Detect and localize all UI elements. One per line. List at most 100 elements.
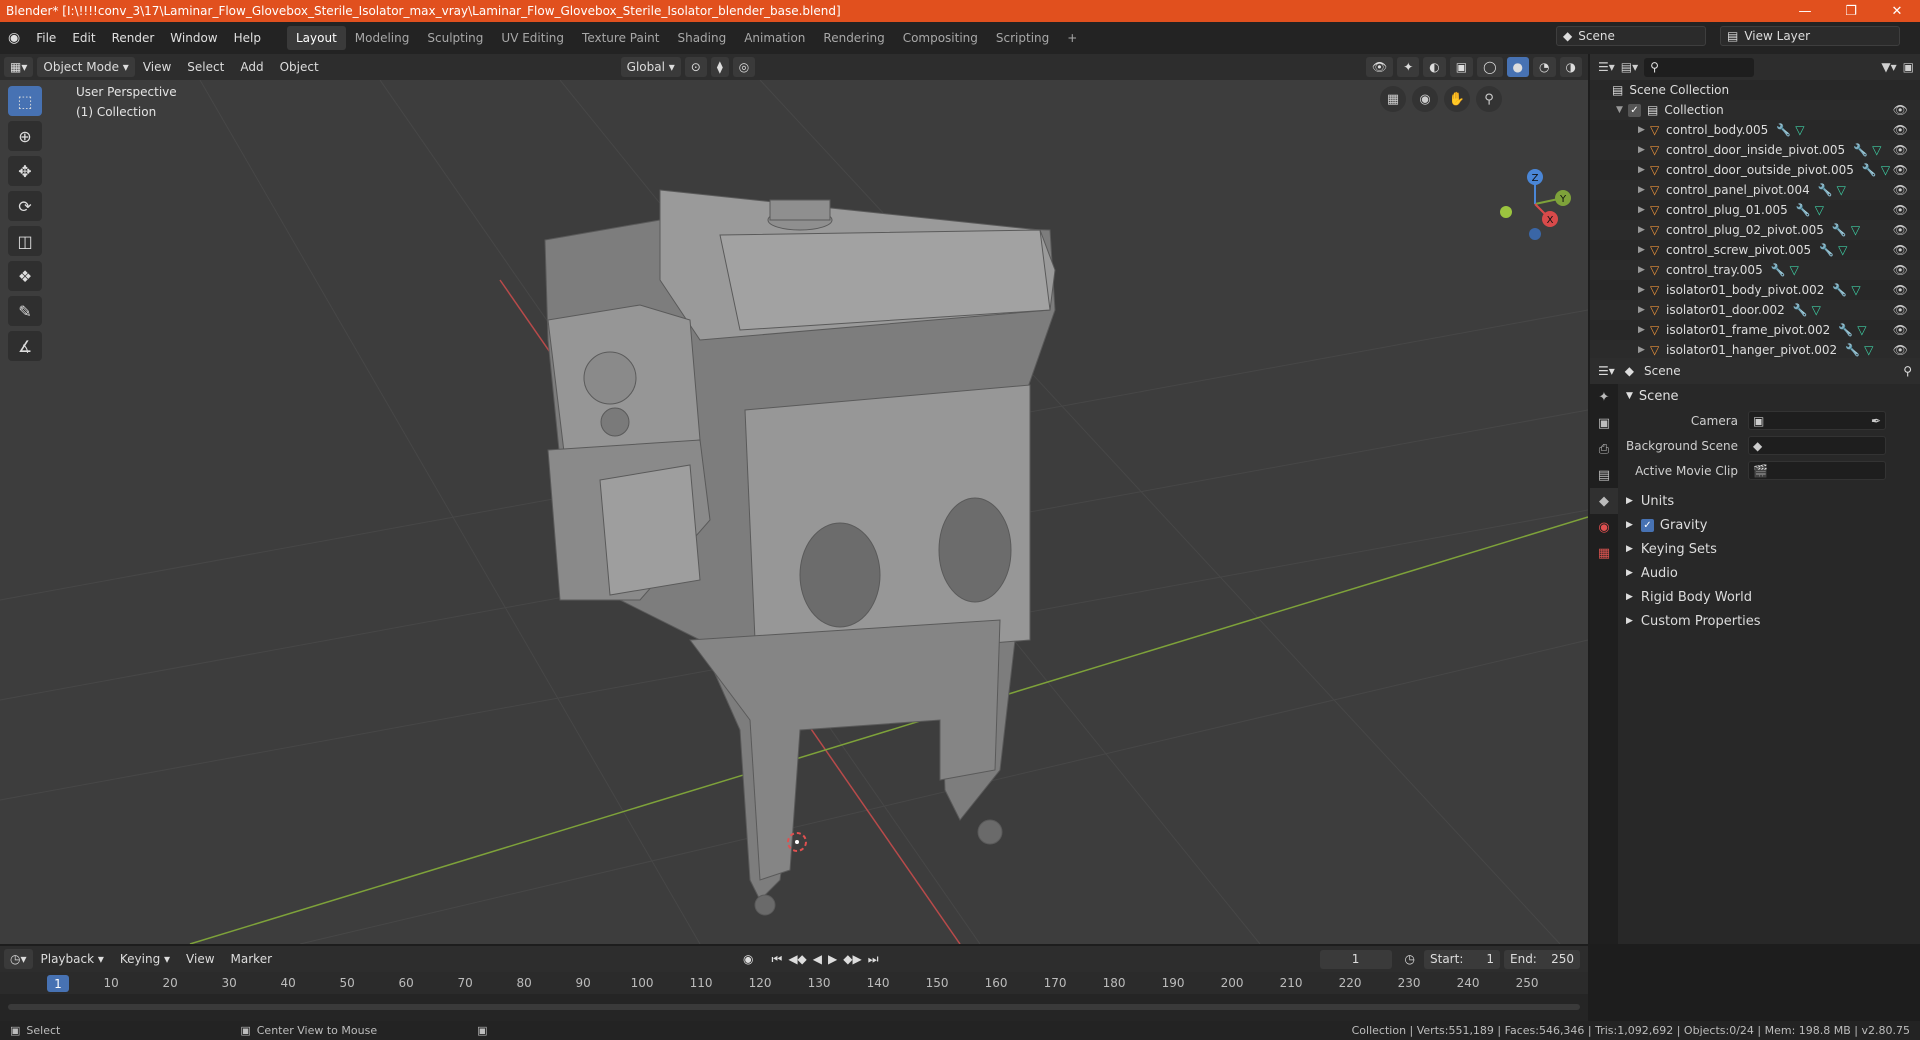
viewport-menu-object[interactable]: Object	[272, 60, 327, 74]
visibility-eye-icon[interactable]: 👁	[1893, 163, 1908, 177]
proportional-edit-icon[interactable]: ◎	[732, 57, 756, 77]
outliner-item[interactable]: ▶ ▽ control_plug_02_pivot.005 🔧 ▽ 👁	[1590, 220, 1920, 240]
visibility-eye-icon[interactable]: 👁	[1893, 183, 1908, 197]
expand-icon[interactable]: ▶	[1638, 345, 1650, 355]
camera-field[interactable]: ▣ ✒	[1748, 411, 1886, 430]
outliner-item[interactable]: ▶ ▽ isolator01_hanger_pivot.002 🔧 ▽ 👁	[1590, 340, 1920, 360]
record-icon[interactable]: ◉	[740, 952, 756, 966]
frame-ruler[interactable]: 1 10 20 30 40 50 60 70 80 90 100 110 120 130 140 150 16…	[0, 972, 1588, 994]
tab-layout[interactable]: Layout	[286, 26, 346, 50]
tool-tab-icon[interactable]: ✦	[1590, 384, 1618, 410]
units-panel[interactable]: ▶ Units	[1618, 489, 1920, 513]
jump-end-icon[interactable]: ⏭	[865, 952, 882, 967]
custom-properties-panel[interactable]: ▶ Custom Properties	[1618, 609, 1920, 633]
timeline-scrollbar[interactable]	[8, 1004, 1580, 1010]
visibility-eye-icon[interactable]: 👁	[1893, 143, 1908, 157]
eyedropper-icon[interactable]: ✒	[1871, 414, 1881, 428]
viewport-menu-view[interactable]: View	[135, 60, 179, 74]
visibility-eye-icon[interactable]: 👁	[1893, 323, 1908, 337]
clock-icon[interactable]: ◷	[1402, 952, 1418, 966]
expand-icon[interactable]: ▶	[1638, 325, 1650, 335]
outliner-item[interactable]: ▶ ▽ control_panel_pivot.004 🔧 ▽ 👁	[1590, 180, 1920, 200]
prev-keyframe-icon[interactable]: ◀◆	[785, 952, 809, 966]
blender-logo-icon[interactable]: ◉	[0, 30, 28, 46]
visibility-eye-icon[interactable]: 👁	[1893, 123, 1908, 137]
tab-compositing[interactable]: Compositing	[894, 26, 987, 50]
overlay-icon[interactable]: ◐	[1423, 57, 1446, 77]
xray-icon[interactable]: ▣	[1449, 57, 1474, 77]
glovebox-model[interactable]	[544, 189, 1056, 916]
mesh-data-icon[interactable]: ▽	[1857, 323, 1866, 337]
modifier-icon[interactable]: 🔧	[1832, 223, 1847, 237]
mesh-data-icon[interactable]: ▽	[1851, 223, 1860, 237]
transform-orientation-dropdown[interactable]: Global ▾	[620, 57, 681, 77]
view-layer-tab-icon[interactable]: ▤	[1590, 462, 1618, 488]
expand-icon[interactable]: ▶	[1638, 165, 1650, 175]
texture-tab-icon[interactable]: ▦	[1590, 540, 1618, 566]
expand-icon[interactable]: ▼	[1616, 105, 1628, 115]
close-icon[interactable]: ✕	[1874, 4, 1920, 19]
mesh-data-icon[interactable]: ▽	[1851, 283, 1860, 297]
timeline-menu-marker[interactable]: Marker	[223, 952, 280, 966]
modifier-icon[interactable]: 🔧	[1819, 243, 1834, 257]
timeline-menu-view[interactable]: View	[178, 952, 222, 966]
shading-wireframe-icon[interactable]: ◯	[1477, 57, 1503, 77]
visibility-eye-icon[interactable]: 👁	[1893, 343, 1908, 357]
zoom-icon[interactable]: ⚲	[1476, 86, 1502, 112]
mesh-data-icon[interactable]: ▽	[1881, 163, 1890, 177]
view-layer-selector[interactable]: ▤ View Layer	[1720, 26, 1900, 46]
filter-icon[interactable]: ▼▾	[1881, 60, 1896, 74]
outliner-item[interactable]: ▶ ▽ control_plug_01.005 🔧 ▽ 👁	[1590, 200, 1920, 220]
shading-rendered-icon[interactable]: ◑	[1559, 57, 1582, 77]
modifier-icon[interactable]: 🔧	[1818, 183, 1833, 197]
camera-view-icon[interactable]: ◉	[1412, 86, 1438, 112]
outliner-item[interactable]: ▶ ▽ control_screw_pivot.005 🔧 ▽ 👁	[1590, 240, 1920, 260]
mesh-data-icon[interactable]: ▽	[1812, 303, 1821, 317]
pan-hand-icon[interactable]: ✋	[1444, 86, 1470, 112]
collection-checkbox[interactable]: ✓	[1628, 103, 1641, 117]
modifier-icon[interactable]: 🔧	[1838, 323, 1853, 337]
timeline-editor-icon[interactable]: ◷▾	[4, 949, 33, 969]
keying-sets-panel[interactable]: ▶ Keying Sets	[1618, 537, 1920, 561]
expand-icon[interactable]: ▶	[1638, 285, 1650, 295]
visibility-eye-icon[interactable]: 👁	[1893, 303, 1908, 317]
snap-icon[interactable]: ⧫	[710, 57, 729, 77]
outliner-item[interactable]: ▶ ▽ control_tray.005 🔧 ▽ 👁	[1590, 260, 1920, 280]
tab-uv-editing[interactable]: UV Editing	[492, 26, 573, 50]
mesh-data-icon[interactable]: ▽	[1872, 143, 1881, 157]
select-box-icon[interactable]: ⬚	[8, 86, 42, 116]
menu-help[interactable]: Help	[226, 31, 269, 45]
tab-rendering[interactable]: Rendering	[814, 26, 893, 50]
outliner-search-input[interactable]: ⚲	[1644, 57, 1755, 77]
rigid-body-world-panel[interactable]: ▶ Rigid Body World	[1618, 585, 1920, 609]
viewport-menu-select[interactable]: Select	[179, 60, 232, 74]
modifier-icon[interactable]: 🔧	[1832, 283, 1847, 297]
new-collection-icon[interactable]: ▣	[1903, 60, 1914, 74]
end-frame-field[interactable]: End: 250	[1504, 949, 1580, 969]
outliner-editor-icon[interactable]: ☰▾	[1598, 60, 1615, 74]
play-icon[interactable]: ▶	[825, 952, 840, 966]
audio-panel[interactable]: ▶ Audio	[1618, 561, 1920, 585]
expand-icon[interactable]: ▶	[1638, 185, 1650, 195]
mesh-data-icon[interactable]: ▽	[1790, 263, 1799, 277]
mesh-data-icon[interactable]: ▽	[1815, 203, 1824, 217]
expand-icon[interactable]: ▶	[1638, 145, 1650, 155]
tab-animation[interactable]: Animation	[735, 26, 814, 50]
mesh-data-icon[interactable]: ▽	[1864, 343, 1873, 357]
mesh-data-icon[interactable]: ▽	[1838, 243, 1847, 257]
shading-material-icon[interactable]: ◔	[1533, 57, 1556, 77]
scene-tab-icon[interactable]: ◆	[1590, 488, 1618, 514]
gravity-panel[interactable]: ▶ ✓ Gravity	[1618, 513, 1920, 537]
outliner-scene-collection[interactable]: ▤ Scene Collection	[1590, 80, 1920, 100]
play-reverse-icon[interactable]: ◀	[810, 952, 825, 966]
expand-icon[interactable]: ▶	[1638, 245, 1650, 255]
jump-start-icon[interactable]: ⏮	[769, 952, 786, 967]
output-tab-icon[interactable]: ⎙	[1590, 436, 1618, 462]
world-tab-icon[interactable]: ◉	[1590, 514, 1618, 540]
outliner-collection[interactable]: ▼ ✓ ▤ Collection 👁	[1590, 100, 1920, 120]
measure-tool-icon[interactable]: ∡	[8, 331, 42, 361]
visibility-eye-icon[interactable]: 👁	[1893, 223, 1908, 237]
add-workspace-icon[interactable]: +	[1058, 26, 1086, 50]
expand-icon[interactable]: ▶	[1638, 125, 1650, 135]
render-tab-icon[interactable]: ▣	[1590, 410, 1618, 436]
